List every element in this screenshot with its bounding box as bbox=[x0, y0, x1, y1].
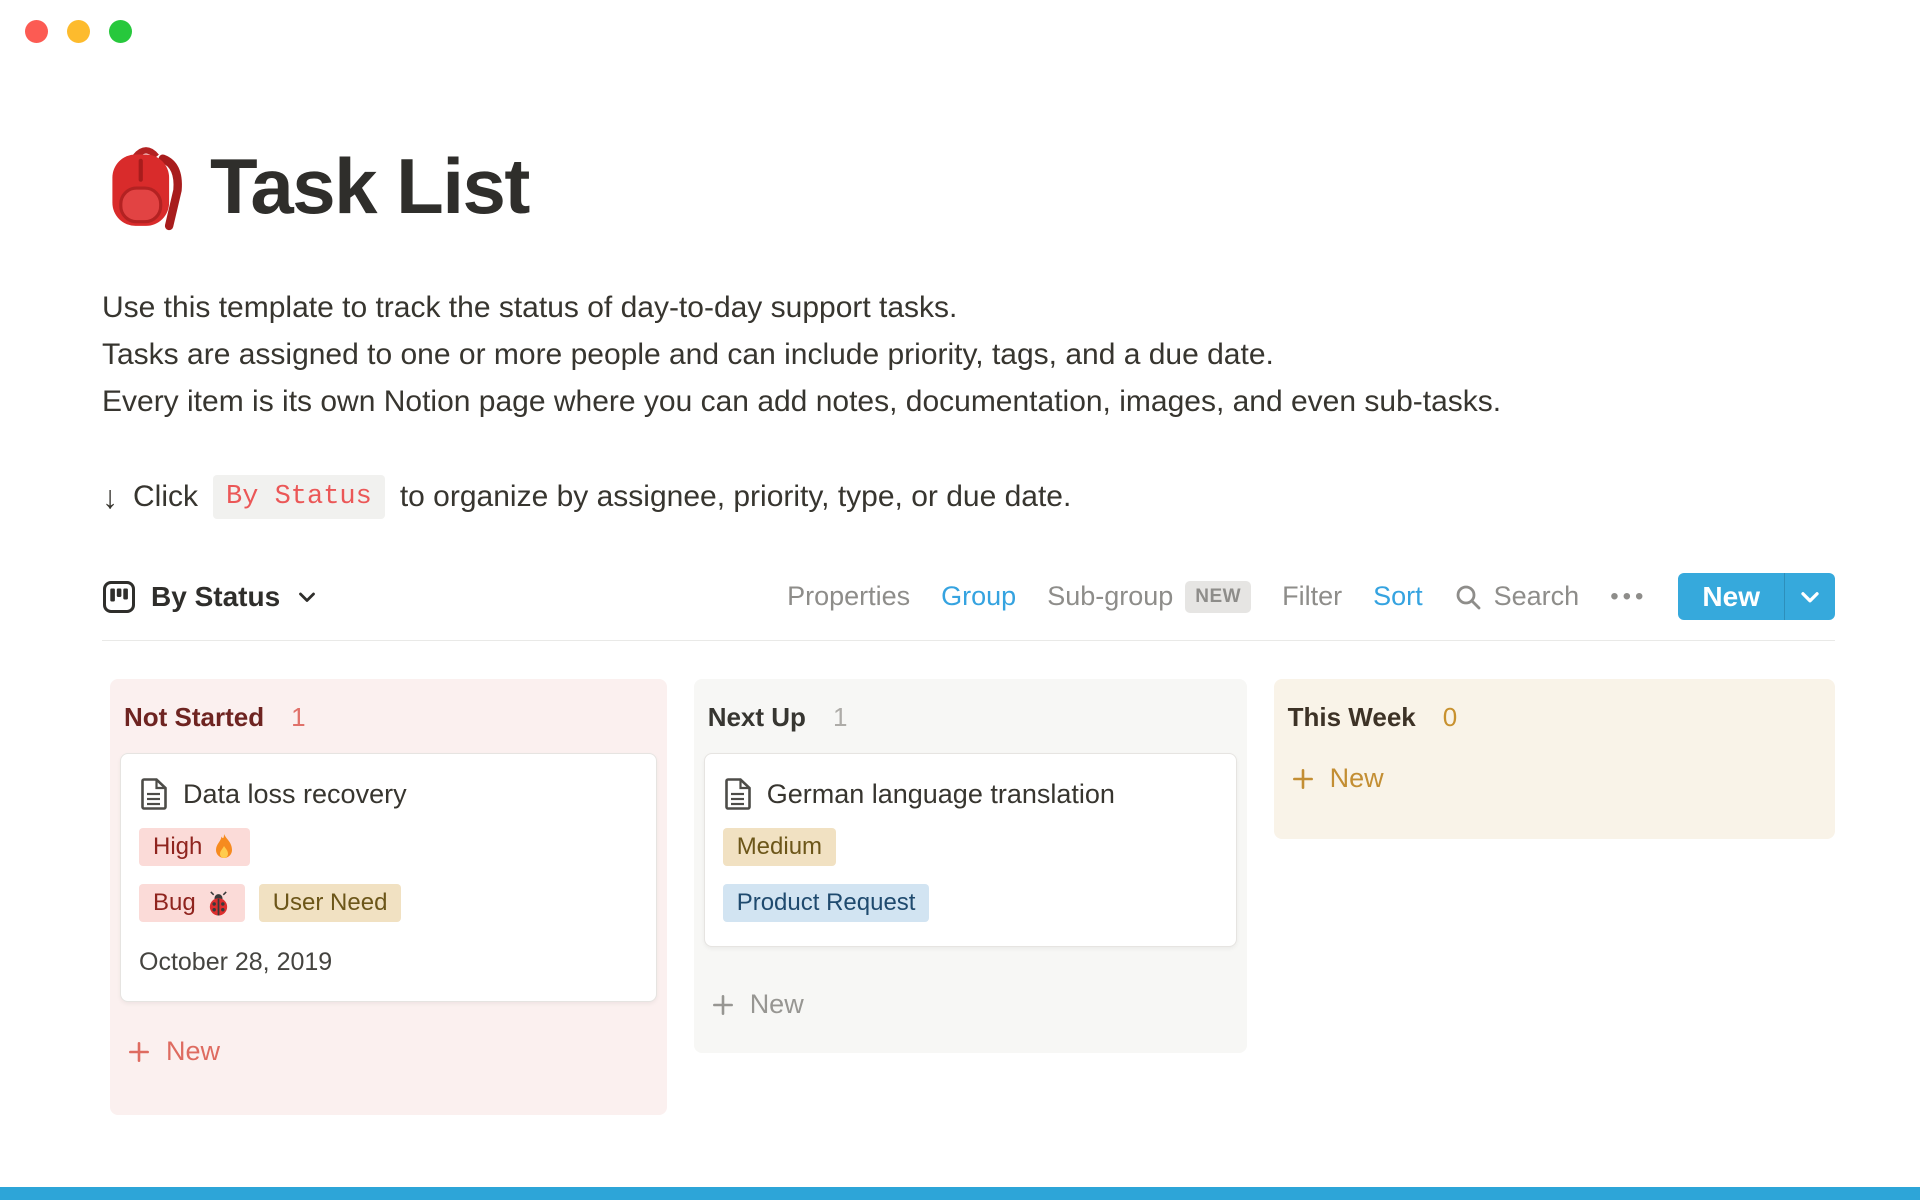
description-line: Every item is its own Notion page where … bbox=[102, 378, 1835, 425]
column-name: This Week bbox=[1288, 702, 1416, 733]
view-selector-by-status[interactable]: By Status bbox=[102, 580, 319, 614]
plus-icon bbox=[710, 992, 736, 1018]
card-data-loss-recovery[interactable]: Data loss recovery High bbox=[120, 753, 657, 1002]
board-view-icon bbox=[102, 580, 136, 614]
tag-row: High bbox=[139, 828, 638, 866]
minimize-window-button[interactable] bbox=[67, 20, 90, 43]
description-line: Tasks are assigned to one or more people… bbox=[102, 331, 1835, 378]
add-new-card-button[interactable]: New bbox=[710, 989, 1233, 1020]
tag-row: Medium bbox=[723, 828, 1218, 866]
add-new-card-button[interactable]: New bbox=[1290, 763, 1821, 794]
new-entry-button[interactable]: New bbox=[1678, 573, 1784, 620]
chevron-down-icon bbox=[295, 585, 319, 609]
plus-icon bbox=[126, 1039, 152, 1065]
sub-group-button[interactable]: Sub-group NEW bbox=[1047, 581, 1251, 613]
column-name: Not Started bbox=[124, 702, 264, 733]
tag-bug: Bug bbox=[139, 884, 245, 922]
column-this-week: This Week 0 New bbox=[1274, 679, 1835, 839]
page-content: Task List Use this template to track the… bbox=[102, 0, 1835, 1115]
new-feature-badge: NEW bbox=[1185, 581, 1251, 613]
toolbar-actions: Properties Group Sub-group NEW Filter So… bbox=[787, 573, 1835, 620]
search-button[interactable]: Search bbox=[1454, 581, 1580, 612]
column-header[interactable]: Next Up 1 bbox=[694, 679, 1247, 753]
column-header[interactable]: This Week 0 bbox=[1274, 679, 1835, 753]
callout-line: ↓ Click By Status to organize by assigne… bbox=[102, 471, 1835, 523]
tag-row: Bug bbox=[139, 884, 638, 922]
card-due-date: October 28, 2019 bbox=[139, 948, 638, 977]
tag-user-need: User Need bbox=[259, 884, 402, 922]
page-title[interactable]: Task List bbox=[210, 147, 529, 225]
by-status-code-pill: By Status bbox=[213, 475, 385, 519]
tag-product-request: Product Request bbox=[723, 884, 930, 922]
sort-button[interactable]: Sort bbox=[1373, 581, 1423, 612]
card-title: Data loss recovery bbox=[183, 779, 407, 810]
more-options-button[interactable]: ••• bbox=[1610, 583, 1647, 611]
page-icon bbox=[139, 778, 167, 810]
view-selector-label: By Status bbox=[151, 581, 280, 613]
kanban-board: Not Started 1 Data loss recovery bbox=[110, 679, 1835, 1115]
column-name: Next Up bbox=[708, 702, 806, 733]
add-new-card-button[interactable]: New bbox=[126, 1036, 653, 1067]
description-line: Use this template to track the status of… bbox=[102, 284, 1835, 331]
search-label: Search bbox=[1494, 581, 1580, 612]
search-icon bbox=[1454, 583, 1482, 611]
callout-text-after: to organize by assignee, priority, type,… bbox=[400, 480, 1072, 514]
column-count: 1 bbox=[291, 702, 305, 733]
bug-emoji-icon bbox=[206, 891, 231, 916]
database-toolbar: By Status Properties Group Sub-group NEW… bbox=[102, 553, 1835, 641]
sub-group-label: Sub-group bbox=[1047, 581, 1173, 612]
tag-high: High bbox=[139, 828, 250, 866]
card-german-language-translation[interactable]: German language translation Medium Produ… bbox=[704, 753, 1237, 947]
plus-icon bbox=[1290, 766, 1316, 792]
arrow-down-icon: ↓ bbox=[102, 479, 118, 516]
page-description: Use this template to track the status of… bbox=[102, 284, 1835, 425]
new-entry-dropdown-button[interactable] bbox=[1785, 573, 1835, 620]
group-button[interactable]: Group bbox=[941, 581, 1016, 612]
card-title: German language translation bbox=[767, 779, 1115, 810]
close-window-button[interactable] bbox=[25, 20, 48, 43]
fire-emoji-icon bbox=[212, 833, 236, 861]
tag-medium: Medium bbox=[723, 828, 836, 866]
page-icon bbox=[723, 778, 751, 810]
column-count: 1 bbox=[833, 702, 847, 733]
new-entry-split-button: New bbox=[1678, 573, 1835, 620]
column-next-up: Next Up 1 German language translatio bbox=[694, 679, 1247, 1053]
bottom-blue-strip bbox=[0, 1187, 1920, 1200]
filter-button[interactable]: Filter bbox=[1282, 581, 1342, 612]
column-header[interactable]: Not Started 1 bbox=[110, 679, 667, 753]
column-count: 0 bbox=[1443, 702, 1457, 733]
column-not-started: Not Started 1 Data loss recovery bbox=[110, 679, 667, 1115]
callout-text-before: Click bbox=[133, 480, 198, 514]
backpack-emoji-icon[interactable] bbox=[104, 141, 188, 231]
page-header: Task List bbox=[104, 140, 1835, 232]
tag-row: Product Request bbox=[723, 884, 1218, 922]
properties-button[interactable]: Properties bbox=[787, 581, 910, 612]
